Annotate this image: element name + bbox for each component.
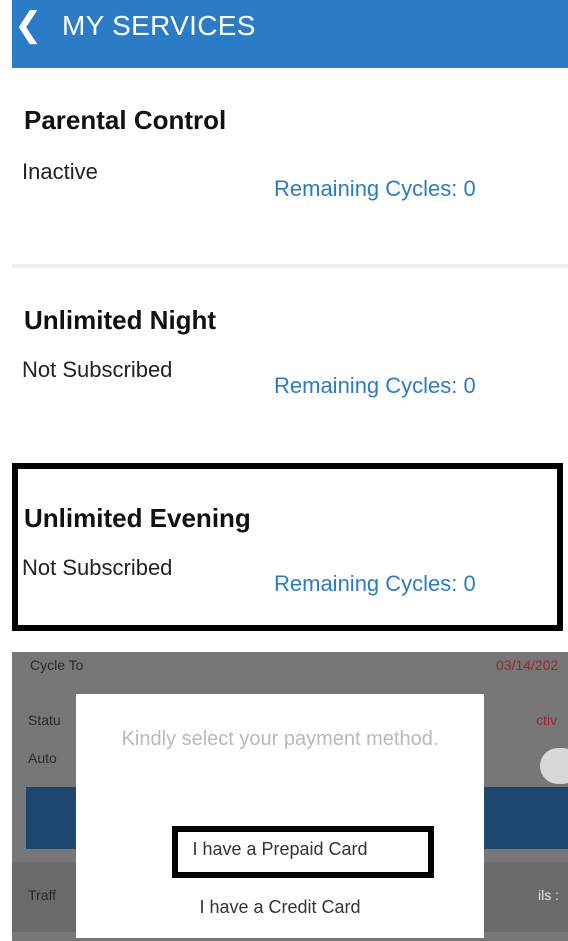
status-label: Statu [28,712,61,728]
section-divider [12,264,568,268]
prepaid-card-option[interactable]: I have a Prepaid Card [76,839,484,860]
service-status-unlimited-night: Not Subscribed [22,357,173,382]
service-name-parental-control: Parental Control [24,105,227,135]
page-title: MY SERVICES [62,10,256,41]
chevron-left-icon[interactable]: ❮ [14,8,43,42]
credit-card-option[interactable]: I have a Credit Card [76,897,484,918]
service-status-parental-control: Inactive [22,159,98,184]
service-cycles-unlimited-evening: Remaining Cycles: 0 [274,571,476,596]
cycle-to-label: Cycle To [30,657,84,673]
payment-overlay: Cycle To 03/14/202 Statu ctiv Auto Traff… [12,652,568,941]
auto-renew-label: Auto [28,750,57,766]
traffic-label: Traff [28,887,57,903]
service-status-unlimited-evening: Not Subscribed [22,555,173,580]
cycle-to-value: 03/14/202 [496,657,559,673]
details-link: ils : [538,887,559,903]
service-cycles-unlimited-night: Remaining Cycles: 0 [274,373,476,398]
service-cycles-parental-control: Remaining Cycles: 0 [274,176,476,201]
service-name-unlimited-evening: Unlimited Evening [24,503,251,533]
app-header: ❮ MY SERVICES [12,0,568,68]
service-name-unlimited-night: Unlimited Night [24,305,217,335]
highlight-box-unlimited-evening [12,463,563,631]
status-value: ctiv [536,712,557,728]
auto-renew-toggle [540,748,568,784]
payment-method-dialog: Kindly select your payment method. I hav… [76,694,484,938]
dialog-prompt: Kindly select your payment method. [121,728,439,750]
